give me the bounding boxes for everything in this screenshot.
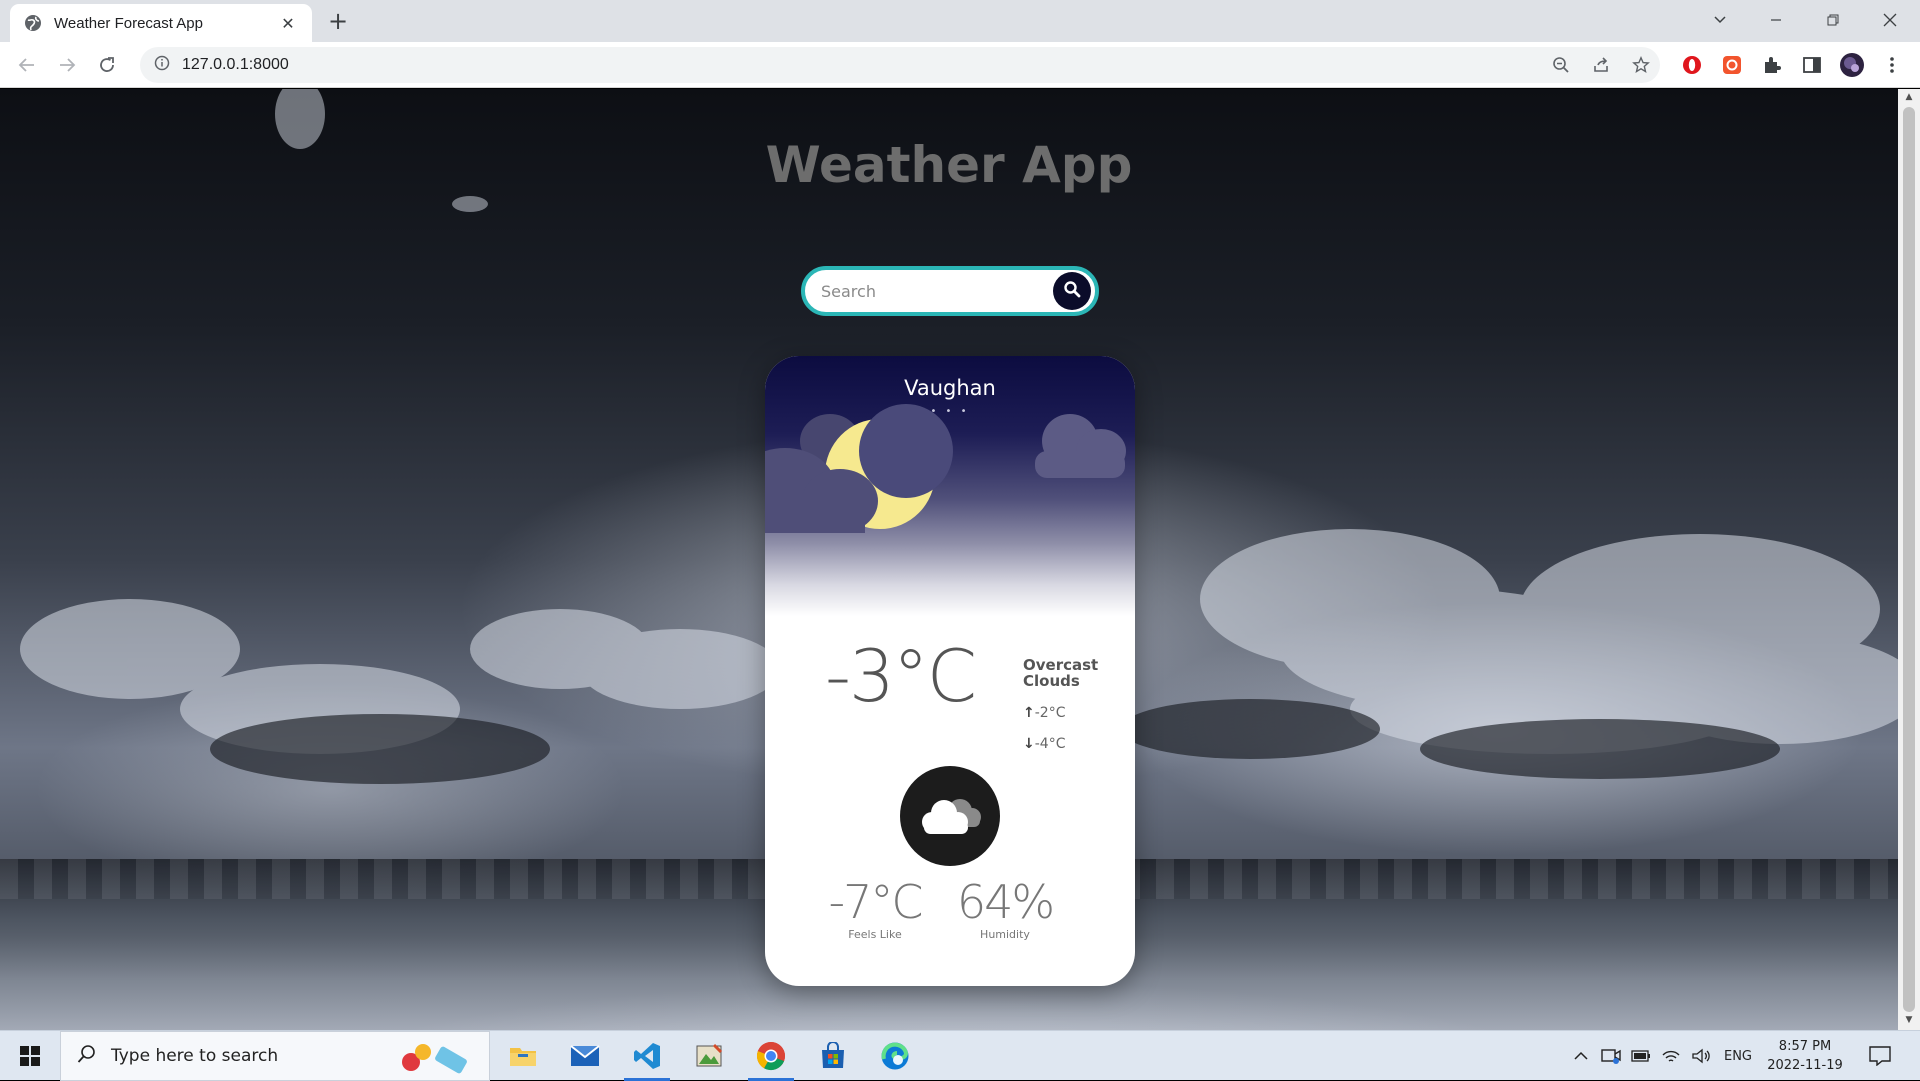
weather-card: Vaughan • • • -3°C Overcast Clouds ↑-2°C… (765, 356, 1135, 986)
minimize-button[interactable] (1748, 0, 1804, 40)
search-button[interactable] (1053, 272, 1091, 310)
taskbar-search[interactable]: Type here to search (60, 1031, 490, 1081)
low-temperature-value: -4°C (1034, 736, 1066, 752)
file-explorer-icon[interactable] (494, 1031, 552, 1081)
high-temperature-value: -2°C (1034, 705, 1066, 721)
cloud-icon (922, 799, 981, 834)
mail-icon[interactable] (556, 1031, 614, 1081)
city-name: Vaughan (904, 376, 996, 400)
notification-icon[interactable] (1860, 1031, 1900, 1081)
search-input[interactable] (821, 278, 1041, 304)
page-scrollbar[interactable]: ▲ ▼ (1898, 89, 1920, 1030)
tab-weather-forecast[interactable]: Weather Forecast App ✕ (10, 4, 312, 42)
language-indicator[interactable]: ENG (1718, 1031, 1758, 1081)
screenshot-icon[interactable] (1717, 50, 1747, 80)
back-arrow-icon[interactable] (12, 50, 42, 80)
humidity-label: Humidity (980, 928, 1030, 941)
front-cloud-right (1035, 414, 1126, 478)
tab-title: Weather Forecast App (54, 14, 203, 32)
extensions-icon[interactable] (1757, 50, 1787, 80)
sidepanel-icon[interactable] (1797, 50, 1827, 80)
chrome-icon[interactable] (742, 1031, 800, 1081)
tab-search-chevron-icon[interactable] (1692, 0, 1748, 40)
feels-like-value: -7°C (828, 875, 924, 929)
city-dots: • • • (930, 406, 970, 417)
windows-start-icon[interactable] (0, 1031, 60, 1081)
up-arrow-icon: ↑ (1023, 705, 1035, 721)
vscode-icon[interactable] (618, 1031, 676, 1081)
search-highlight-icon (391, 1040, 481, 1078)
page-title: Weather App (765, 136, 1133, 194)
humidity-value: 64% (956, 875, 1055, 929)
share-icon[interactable] (1586, 50, 1616, 80)
page-viewport: Weather App Search Vaughan • • • -3°C Ov… (0, 89, 1898, 1030)
scroll-down-icon[interactable]: ▼ (1904, 1015, 1914, 1025)
down-arrow-icon: ↓ (1023, 736, 1035, 752)
high-temperature: ↑-2°C (1023, 705, 1065, 721)
windows-taskbar: Type here to search ENG 8:57 PM 2022-11-… (0, 1030, 1920, 1081)
image-editor-icon[interactable] (680, 1031, 738, 1081)
url-text: 127.0.0.1:8000 (182, 56, 289, 73)
low-temperature: ↓-4°C (1023, 736, 1065, 752)
taskbar-search-placeholder: Type here to search (111, 1046, 279, 1066)
zoom-icon[interactable] (1546, 50, 1576, 80)
browser-tabstrip: Weather Forecast App ✕ + (0, 0, 1920, 42)
clock-time: 8:57 PM (1778, 1039, 1832, 1054)
humidity: 64% Humidity (950, 876, 1060, 941)
condition-line-2: Clouds (1023, 672, 1080, 690)
globe-icon (24, 14, 42, 32)
tray-chevron-icon[interactable] (1568, 1031, 1594, 1081)
feels-like: -7°C Feels Like (820, 876, 930, 941)
address-bar[interactable]: 127.0.0.1:8000 (140, 47, 1660, 83)
meet-now-icon[interactable] (1598, 1031, 1624, 1081)
tab-close-icon[interactable]: ✕ (278, 14, 298, 33)
browser-toolbar: 127.0.0.1:8000 (0, 42, 1920, 88)
menu-icon[interactable] (1877, 50, 1907, 80)
star-icon[interactable] (1626, 50, 1656, 80)
search-box (801, 266, 1099, 316)
condition-line-1: Overcast (1023, 656, 1099, 674)
weather-condition: Overcast Clouds (1023, 657, 1123, 689)
wifi-icon[interactable] (1658, 1031, 1684, 1081)
magnifier-icon (1063, 280, 1081, 302)
restore-button[interactable] (1805, 0, 1861, 40)
profile-avatar[interactable] (1837, 50, 1867, 80)
clock[interactable]: 8:57 PM 2022-11-19 (1760, 1037, 1850, 1075)
reload-icon[interactable] (92, 50, 122, 80)
edge-icon[interactable] (866, 1031, 924, 1081)
scroll-up-icon[interactable]: ▲ (1904, 92, 1914, 102)
scrollbar-thumb[interactable] (1903, 107, 1915, 1012)
battery-icon[interactable] (1628, 1031, 1654, 1081)
volume-icon[interactable] (1688, 1031, 1714, 1081)
forward-arrow-icon[interactable] (52, 50, 82, 80)
opera-icon[interactable] (1677, 50, 1707, 80)
info-icon[interactable] (154, 55, 170, 75)
store-icon[interactable] (804, 1031, 862, 1081)
search-icon (77, 1044, 97, 1068)
new-tab-button[interactable]: + (324, 7, 352, 35)
clock-date: 2022-11-19 (1767, 1058, 1843, 1073)
feels-like-label: Feels Like (848, 928, 902, 941)
condition-icon-circle (900, 766, 1000, 866)
close-window-button[interactable] (1862, 0, 1918, 40)
current-temperature: -3°C (825, 634, 977, 718)
